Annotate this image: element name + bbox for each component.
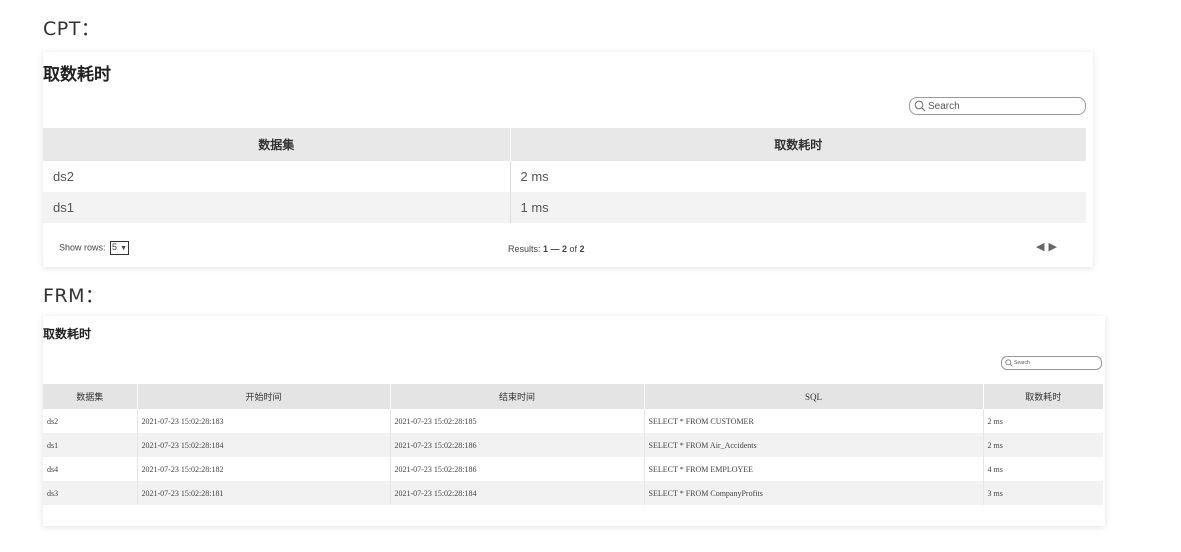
search-icon — [914, 100, 926, 112]
cell-dataset: ds2 — [43, 161, 511, 192]
table-row: ds1 1 ms — [43, 192, 1086, 223]
cell-sql: SELECT * FROM Air_Accidents — [644, 433, 984, 457]
cell-dataset: ds3 — [43, 481, 138, 505]
column-header-start-time[interactable]: 开始时间 — [137, 384, 391, 409]
frm-report-title: 取数耗时 — [43, 327, 92, 341]
cpt-report-title: 取数耗时 — [43, 65, 111, 85]
cell-fetch-time: 2 ms — [983, 409, 1103, 433]
cell-end-time: 2021-07-23 15:02:28:184 — [390, 481, 645, 505]
triangle-left-icon[interactable]: ◀ — [1036, 240, 1048, 253]
cell-fetch-time: 2 ms — [510, 161, 1086, 192]
cell-end-time: 2021-07-23 15:02:28:185 — [390, 409, 645, 433]
pagination: ◀▶ — [1036, 240, 1061, 253]
cell-end-time: 2021-07-23 15:02:28:186 — [390, 457, 645, 481]
cpt-section-label: CPT： — [43, 18, 101, 40]
cpt-search-input[interactable] — [928, 100, 1085, 112]
column-header-dataset[interactable]: 数据集 — [43, 128, 511, 161]
table-row: ds2 2021-07-23 15:02:28:183 2021-07-23 1… — [43, 409, 1103, 433]
cell-sql: SELECT * FROM CompanyProfits — [644, 481, 984, 505]
frm-search-box[interactable] — [1001, 356, 1102, 370]
cell-sql: SELECT * FROM EMPLOYEE — [644, 457, 984, 481]
frm-data-table: 数据集 开始时间 结束时间 SQL 取数耗时 ds2 2021-07-23 15… — [43, 384, 1103, 505]
table-row: ds3 2021-07-23 15:02:28:181 2021-07-23 1… — [43, 481, 1103, 505]
search-icon — [1005, 359, 1013, 367]
cell-start-time: 2021-07-23 15:02:28:182 — [137, 457, 391, 481]
results-of: of — [567, 244, 580, 254]
frm-header-row: 数据集 开始时间 结束时间 SQL 取数耗时 — [43, 384, 1103, 409]
show-rows-select[interactable]: 5 ▼ — [110, 241, 129, 255]
cell-start-time: 2021-07-23 15:02:28:181 — [137, 481, 391, 505]
cell-dataset: ds1 — [43, 433, 138, 457]
results-summary: Results: 1 — 2 of 2 — [508, 244, 585, 254]
cpt-report-card: 取数耗时 数据集 取数耗时 ds2 2 ms ds1 1 ms Sh — [43, 52, 1093, 267]
frm-section-label: FRM： — [43, 285, 105, 307]
cell-end-time: 2021-07-23 15:02:28:186 — [390, 433, 645, 457]
show-rows-control: Show rows: 5 ▼ — [59, 241, 129, 255]
table-row: ds1 2021-07-23 15:02:28:184 2021-07-23 1… — [43, 433, 1103, 457]
cell-start-time: 2021-07-23 15:02:28:184 — [137, 433, 391, 457]
results-prefix: Results: — [508, 244, 544, 254]
cpt-header-row: 数据集 取数耗时 — [43, 128, 1086, 161]
cell-dataset: ds1 — [43, 192, 511, 223]
cell-fetch-time: 4 ms — [983, 457, 1103, 481]
column-header-fetch-time[interactable]: 取数耗时 — [983, 384, 1103, 409]
column-header-fetch-time[interactable]: 取数耗时 — [510, 128, 1086, 161]
show-rows-value: 5 — [112, 242, 118, 252]
cell-fetch-time: 1 ms — [510, 192, 1086, 223]
chevron-down-icon: ▼ — [120, 245, 127, 252]
column-header-end-time[interactable]: 结束时间 — [390, 384, 645, 409]
show-rows-label: Show rows: — [59, 242, 106, 253]
table-row: ds4 2021-07-23 15:02:28:182 2021-07-23 1… — [43, 457, 1103, 481]
table-row: ds2 2 ms — [43, 161, 1086, 192]
cell-start-time: 2021-07-23 15:02:28:183 — [137, 409, 391, 433]
triangle-right-icon[interactable]: ▶ — [1048, 240, 1060, 253]
frm-search-input[interactable] — [1014, 360, 1101, 366]
cell-fetch-time: 2 ms — [983, 433, 1103, 457]
cell-fetch-time: 3 ms — [983, 481, 1103, 505]
results-total: 2 — [579, 244, 585, 254]
frm-report-card: 取数耗时 数据集 开始时间 结束时间 SQL 取数耗时 ds2 2021-07-… — [43, 316, 1105, 526]
cell-dataset: ds2 — [43, 409, 138, 433]
cell-dataset: ds4 — [43, 457, 138, 481]
column-header-sql[interactable]: SQL — [644, 384, 984, 409]
cell-sql: SELECT * FROM CUSTOMER — [644, 409, 984, 433]
column-header-dataset[interactable]: 数据集 — [43, 384, 138, 409]
cpt-data-table: 数据集 取数耗时 ds2 2 ms ds1 1 ms — [43, 128, 1086, 223]
results-range: 1 — 2 — [543, 244, 568, 254]
cpt-search-box[interactable] — [909, 97, 1086, 115]
